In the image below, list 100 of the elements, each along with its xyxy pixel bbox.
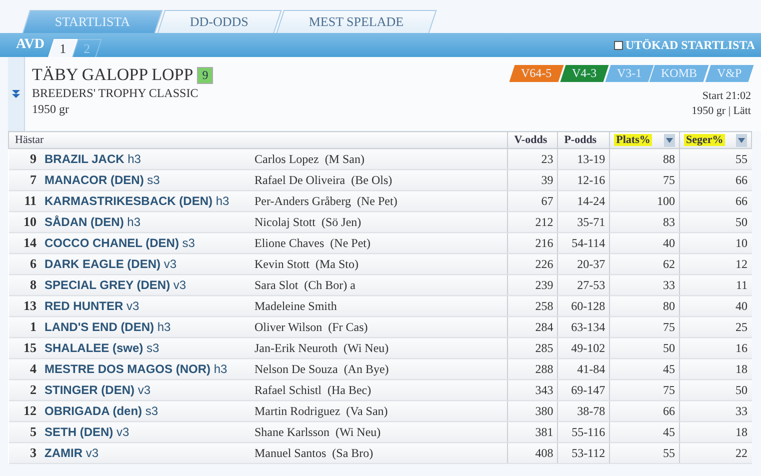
horse-name[interactable]: DARK EAGLE (DEN) v3	[44, 256, 177, 270]
table-cell: 66	[680, 170, 752, 190]
table-cell: 41-84	[558, 358, 610, 380]
table-cell: 380	[508, 400, 558, 422]
table-cell: 239	[508, 274, 558, 296]
start-number: 11	[23, 193, 36, 209]
tab[interactable]: DD-ODDS	[157, 10, 282, 33]
checkbox[interactable]	[614, 41, 622, 50]
table-cell: 40	[610, 232, 680, 254]
table-cell: 75	[610, 170, 680, 190]
table-cell: 50	[680, 212, 752, 232]
horse-name[interactable]: SÅDAN (DEN) h3	[44, 214, 141, 228]
table-cell: 80	[610, 296, 680, 316]
horse-name[interactable]: SETH (DEN) v3	[44, 424, 130, 438]
table-cell: 33	[610, 274, 680, 296]
jockey-name: Nelson De Souza (An Bye)	[254, 362, 389, 376]
division-label: AVD	[16, 37, 45, 53]
table-cell: 12-16	[558, 170, 610, 190]
table-cell: 75	[610, 380, 680, 400]
table-cell: 22	[680, 442, 752, 464]
column-header[interactable]: P-odds	[558, 132, 610, 148]
start-number: 4	[29, 361, 36, 377]
division-tab[interactable]: 1	[48, 39, 78, 57]
jockey-name: Jan-Erik Neuroth (Wi Neu)	[254, 340, 389, 356]
horse-name[interactable]: RED HUNTER v3	[44, 298, 140, 312]
race-distance: 1950 gr	[32, 102, 70, 117]
table-cell: 49-102	[558, 338, 610, 358]
start-number: 6	[29, 256, 36, 272]
table-cell: 45	[610, 358, 680, 380]
horse-name[interactable]: SPECIAL GREY (DEN) v3	[44, 278, 186, 292]
jockey-name: Kevin Stott (Ma Sto)	[254, 256, 358, 272]
start-number: 13	[22, 298, 36, 314]
dropdown-icon[interactable]	[736, 134, 747, 146]
tab[interactable]: MEST SPELADE	[276, 10, 436, 33]
start-number: 5	[29, 424, 36, 440]
column-header[interactable]: Hästar	[8, 132, 508, 148]
table-cell: 33	[680, 400, 752, 422]
expand-strip[interactable]	[8, 57, 25, 131]
jockey-name: Elione Chaves (Ne Pet)	[254, 236, 370, 250]
table-cell: 16	[680, 338, 752, 358]
table-cell: 53-112	[558, 442, 610, 464]
horse-name[interactable]: MANACOR (DEN) s3	[44, 172, 160, 186]
table-cell: 35-71	[558, 212, 610, 232]
horse-name[interactable]: ZAMIR v3	[44, 446, 99, 460]
table-cell: 38-78	[558, 400, 610, 422]
race-conditions: 1950 gr | Lätt	[692, 105, 751, 117]
horse-name[interactable]: LAND'S END (DEN) h3	[44, 320, 171, 334]
jockey-name: Shane Karlsson (Wi Neu)	[254, 424, 381, 440]
table-cell: 40	[680, 296, 752, 316]
jockey-name: Sara Slot (Ch Bor) a	[254, 278, 356, 292]
start-number: 10	[22, 214, 36, 230]
jockey-name: Rafael De Oliveira (Be Ols)	[254, 172, 392, 188]
race-subtitle: BREEDERS' TROPHY CLASSIC	[32, 86, 200, 101]
table-cell: 216	[508, 232, 558, 254]
start-number: 2	[29, 382, 36, 398]
table-cell: 63-134	[558, 316, 610, 338]
jockey-name: Manuel Santos (Sa Bro)	[254, 446, 374, 460]
start-number: 12	[22, 403, 36, 419]
start-time: Start 21:02	[702, 90, 751, 102]
table-cell: 12	[680, 254, 752, 274]
table-cell: 18	[680, 358, 752, 380]
table-cell: 23	[508, 148, 558, 170]
jockey-name: Per-Anders Gråberg (Ne Pet)	[254, 194, 398, 208]
start-number: 14	[22, 235, 36, 251]
horse-name[interactable]: MESTRE DOS MAGOS (NOR) h3	[44, 362, 228, 376]
table-cell: 55-116	[558, 422, 610, 442]
table-cell: 284	[508, 316, 558, 338]
table-cell: 10	[680, 232, 752, 254]
table-cell: 55	[610, 442, 680, 464]
table-cell: 11	[680, 274, 752, 296]
horse-name[interactable]: BRAZIL JACK h3	[44, 152, 141, 166]
table-cell: 50	[610, 338, 680, 358]
jockey-name: Oliver Wilson (Fr Cas)	[254, 320, 368, 334]
table-cell: 212	[508, 212, 558, 232]
game-tag[interactable]: V4-3	[560, 65, 608, 82]
jockey-name: Martin Rodriguez (Va San)	[254, 404, 388, 418]
horse-name[interactable]: COCCO CHANEL (DEN) s3	[44, 236, 195, 250]
jockey-name: Rafael Schistl (Ha Bec)	[254, 382, 372, 398]
column-header[interactable]: Seger%	[680, 132, 752, 148]
table-cell: 83	[610, 212, 680, 232]
horse-name[interactable]: OBRIGADA (den) s3	[44, 404, 158, 418]
column-header[interactable]: Plats%	[610, 132, 680, 148]
table-cell: 13-19	[558, 148, 610, 170]
race-number: 9	[197, 66, 214, 84]
table-cell: 408	[508, 442, 558, 464]
table-cell: 39	[508, 170, 558, 190]
checkbox-label: UTÖKAD STARTLISTA	[626, 38, 755, 53]
table-cell: 69-147	[558, 380, 610, 400]
column-header[interactable]: V-odds	[508, 132, 558, 148]
table-cell: 27-53	[558, 274, 610, 296]
table-cell: 20-37	[558, 254, 610, 274]
table-cell: 100	[610, 190, 680, 212]
table-cell: 381	[508, 422, 558, 442]
dropdown-icon[interactable]	[664, 134, 676, 146]
table-cell: 55	[680, 148, 752, 170]
horse-name[interactable]: KARMASTRIKESBACK (DEN) h3	[44, 194, 230, 208]
table-cell: 50	[680, 380, 752, 400]
horse-name[interactable]: STINGER (DEN) v3	[44, 382, 151, 396]
jockey-name: Madeleine Smith	[254, 298, 337, 314]
horse-name[interactable]: SHALALEE (swe) s3	[44, 340, 160, 354]
